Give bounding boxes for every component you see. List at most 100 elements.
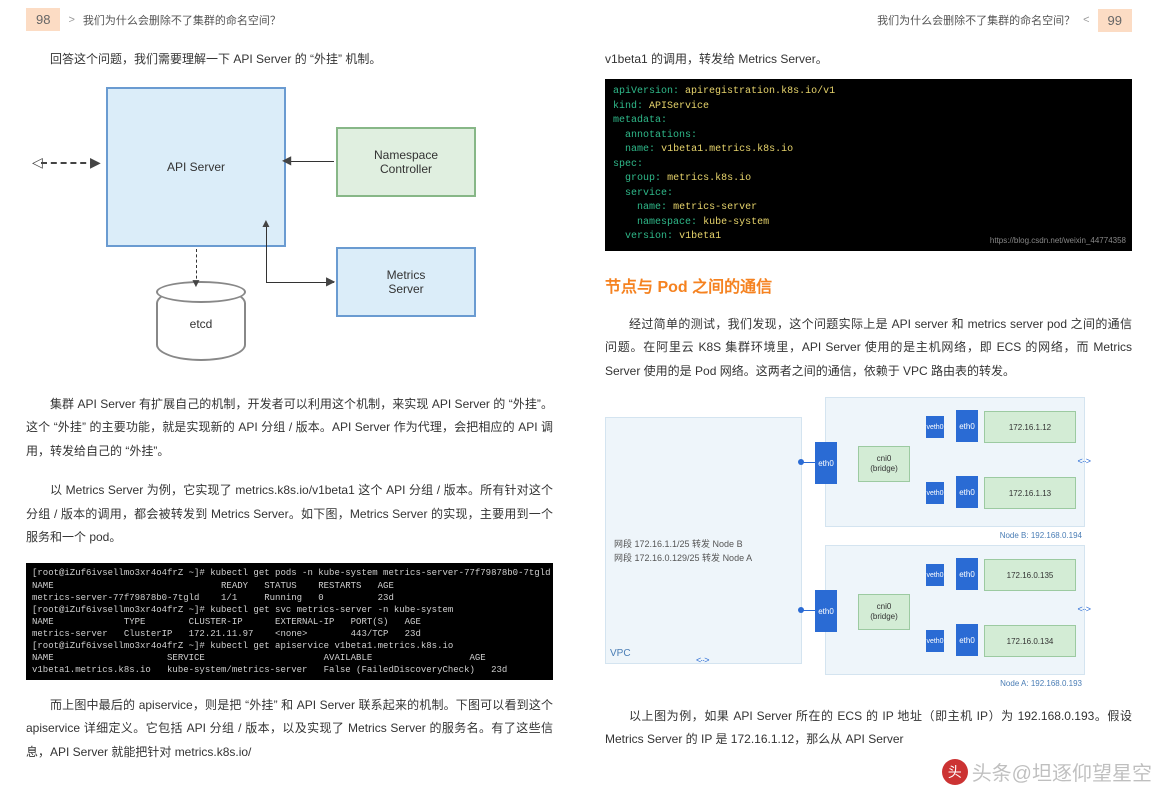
- bidi-icon: <··>: [696, 655, 709, 665]
- book-spread: 98 > 我们为什么会删除不了集群的命名空间？ 回答这个问题，我们需要理解一下 …: [0, 0, 1158, 792]
- api-server-label: API Server: [167, 160, 225, 174]
- yaml-val: apiregistration.k8s.io/v1: [685, 86, 835, 97]
- namespace-controller-box: Namespace Controller: [336, 127, 476, 197]
- breadcrumb-sep-r: <: [1083, 14, 1089, 26]
- breadcrumb-right: 我们为什么会删除不了集群的命名空间？: [877, 12, 1075, 28]
- yaml-key: name: [637, 202, 661, 213]
- vpc-route2: 网段 172.16.0.129/25 转发 Node A: [614, 552, 752, 566]
- yaml-key: metadata: [613, 115, 661, 126]
- ext-arrow-tail-icon: ◁: [32, 155, 43, 169]
- node-a-caption: Node A: 192.168.0.193: [1000, 679, 1082, 688]
- yaml-watermark: https://blog.csdn.net/weixin_44774358: [990, 235, 1126, 247]
- veth-label: veth0: [926, 424, 943, 431]
- yaml-val: metrics.k8s.io: [667, 173, 751, 184]
- yaml-val: v1beta1: [679, 231, 721, 242]
- bidi-icon: <··>: [1077, 604, 1090, 614]
- node-b-caption: Node B: 192.168.0.194: [1000, 531, 1082, 540]
- etcd-label: etcd: [190, 317, 213, 331]
- pod-a1-ip: 172.16.0.135: [1007, 571, 1054, 580]
- api-server-box: API Server: [106, 87, 286, 247]
- page-number-left: 98: [26, 8, 60, 31]
- arrow-api-nsc-head-icon: ◀: [282, 154, 291, 166]
- pod-b2: 172.16.1.13: [984, 477, 1076, 509]
- net-dot-icon: [798, 607, 804, 613]
- arrow-api-ms-head-icon: ▶: [326, 275, 335, 287]
- eth0-label: eth0: [818, 459, 834, 468]
- left-p4: 而上图中最后的 apiservice，则是把 “外挂” 和 API Server…: [26, 694, 553, 764]
- yaml-key: kind: [613, 101, 637, 112]
- eth0-label: eth0: [959, 488, 975, 497]
- pod-b1-ip: 172.16.1.12: [1009, 423, 1051, 432]
- veth-label: veth0: [926, 638, 943, 645]
- page-number-right: 99: [1098, 9, 1132, 32]
- cni-box: cni0 (bridge): [858, 594, 910, 630]
- pod-eth0-box: eth0: [956, 476, 978, 508]
- yaml-val: v1beta1.metrics.k8s.io: [661, 144, 793, 155]
- net-dot-icon: [798, 459, 804, 465]
- kubectl-terminal: [root@iZuf6ivsellmo3xr4o4frZ ~]# kubectl…: [26, 563, 553, 679]
- veth-label: veth0: [926, 490, 943, 497]
- yaml-val: kube-system: [703, 217, 769, 228]
- ext-arrow-head-icon: ▶: [90, 155, 101, 169]
- node-b-pane: eth0 cni0 (bridge) veth0 eth0 172.16.1.1…: [825, 397, 1085, 527]
- yaml-key: apiVersion: [613, 86, 673, 97]
- pod-b2-ip: 172.16.1.13: [1009, 489, 1051, 498]
- watermark-text: 头条@坦逐仰望星空: [972, 757, 1152, 786]
- eth0-box: eth0: [815, 590, 837, 632]
- pod-a1: 172.16.0.135: [984, 559, 1076, 591]
- cni-box: cni0 (bridge): [858, 446, 910, 482]
- arrow-api-etcd-head-icon: ▼: [190, 277, 202, 289]
- page-header-left: 98 > 我们为什么会删除不了集群的命名空间？: [26, 0, 553, 40]
- left-p1: 回答这个问题，我们需要理解一下 API Server 的 “外挂” 机制。: [26, 48, 553, 71]
- page-watermark: 头 头条@坦逐仰望星空: [942, 757, 1152, 786]
- eth0-box: eth0: [815, 442, 837, 484]
- page-header-right: 我们为什么会删除不了集群的命名空间？ < 99: [605, 0, 1132, 40]
- right-p-end: 以上图为例，如果 API Server 所在的 ECS 的 IP 地址（即主机 …: [605, 705, 1132, 752]
- veth-label: veth0: [926, 572, 943, 579]
- right-p-net: 经过简单的测试，我们发现，这个问题实际上是 API server 和 metri…: [605, 313, 1132, 383]
- left-p2: 集群 API Server 有扩展自己的机制，开发者可以利用这个机制，来实现 A…: [26, 393, 553, 463]
- eth0-label: eth0: [959, 422, 975, 431]
- eth0-label: eth0: [959, 570, 975, 579]
- eth0-label: eth0: [818, 607, 834, 616]
- pod-a2: 172.16.0.134: [984, 625, 1076, 657]
- yaml-val: metrics-server: [673, 202, 757, 213]
- bidi-icon: <··>: [1077, 456, 1090, 466]
- breadcrumb-sep: >: [68, 14, 74, 26]
- breadcrumb-left: 我们为什么会删除不了集群的命名空间？: [83, 12, 281, 28]
- eth0-label: eth0: [959, 636, 975, 645]
- pod-eth0-box: eth0: [956, 410, 978, 442]
- yaml-key: group: [625, 173, 655, 184]
- yaml-key: service: [625, 188, 667, 199]
- right-cont: v1beta1 的调用，转发给 Metrics Server。: [605, 48, 1132, 71]
- yaml-val: APIService: [649, 101, 709, 112]
- ms-label: Metrics Server: [387, 268, 426, 296]
- watermark-logo-icon: 头: [942, 759, 968, 785]
- cni-label: cni0 (bridge): [870, 454, 898, 473]
- pod-b1: 172.16.1.12: [984, 411, 1076, 443]
- pod-a2-ip: 172.16.0.134: [1007, 637, 1054, 646]
- veth-box: veth0: [926, 416, 944, 438]
- node-a-pane: eth0 cni0 (bridge) veth0 eth0 172.16.0.1…: [825, 545, 1085, 675]
- page-left: 98 > 我们为什么会删除不了集群的命名空间？ 回答这个问题，我们需要理解一下 …: [0, 0, 579, 792]
- nsc-label: Namespace Controller: [374, 148, 438, 176]
- api-server-diagram: ▶ ◁ API Server Namespace Controller Metr…: [26, 87, 553, 375]
- veth-box: veth0: [926, 630, 944, 652]
- vpc-label: VPC: [610, 648, 631, 659]
- vpc-route1: 网段 172.16.1.1/25 转发 Node B: [614, 538, 752, 552]
- etcd-cylinder: etcd: [156, 287, 246, 361]
- arrow-api-nsc: [288, 161, 334, 162]
- vpc-route-text: 网段 172.16.1.1/25 转发 Node B 网段 172.16.0.1…: [614, 538, 752, 565]
- arrow-api-ms-v: [266, 227, 268, 282]
- ext-arrow-line: [41, 162, 96, 164]
- yaml-key: annotations: [625, 130, 691, 141]
- veth-box: veth0: [926, 482, 944, 504]
- pod-eth0-box: eth0: [956, 624, 978, 656]
- page-right: 我们为什么会删除不了集群的命名空间？ < 99 v1beta1 的调用，转发给 …: [579, 0, 1158, 792]
- pod-eth0-box: eth0: [956, 558, 978, 590]
- apiservice-yaml: apiVersion: apiregistration.k8s.io/v1 ki…: [605, 79, 1132, 251]
- veth-box: veth0: [926, 564, 944, 586]
- yaml-key: namespace: [637, 217, 691, 228]
- cni-label: cni0 (bridge): [870, 602, 898, 621]
- yaml-key: name: [625, 144, 649, 155]
